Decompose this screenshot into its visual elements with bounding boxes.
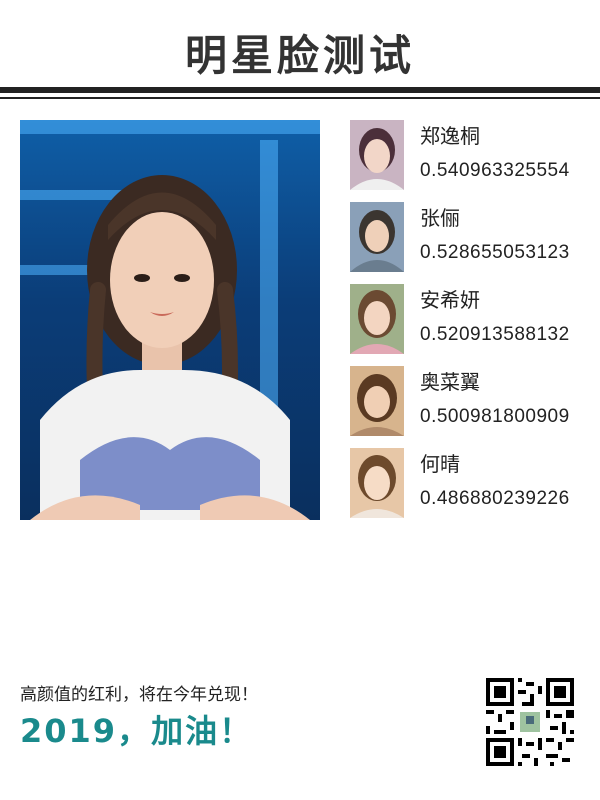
match-thumbnail	[350, 284, 404, 354]
match-name: 郑逸桐	[420, 124, 480, 148]
match-score: 0.500981800909	[420, 406, 570, 427]
match-item[interactable]: 奥菜翼 0.500981800909	[350, 366, 590, 438]
slogan-text: 高颜值的红利，将在今年兑现！	[20, 685, 258, 705]
header-divider-thin	[0, 97, 600, 99]
face-thumbnail-icon	[350, 448, 404, 518]
face-thumbnail-icon	[350, 284, 404, 354]
match-name: 张俪	[420, 206, 460, 230]
page-title: 明星脸测试	[184, 31, 415, 80]
match-item[interactable]: 安希妍 0.520913588132	[350, 284, 590, 356]
face-thumbnail-icon	[350, 366, 404, 436]
match-name: 安希妍	[420, 288, 480, 312]
face-thumbnail-icon	[350, 202, 404, 272]
match-score: 0.528655053123	[420, 242, 570, 263]
match-name: 何晴	[420, 452, 460, 476]
match-thumbnail	[350, 366, 404, 436]
main-photo	[20, 120, 320, 520]
match-thumbnail	[350, 448, 404, 518]
match-name: 奥菜翼	[420, 370, 480, 394]
match-score: 0.486880239226	[420, 488, 570, 509]
face-thumbnail-icon	[350, 120, 404, 190]
cheer-text: 2019，加油！	[20, 712, 254, 750]
qr-code-icon[interactable]	[486, 678, 574, 766]
match-score: 0.540963325554	[420, 160, 570, 181]
match-thumbnail	[350, 120, 404, 190]
match-score: 0.520913588132	[420, 324, 570, 345]
match-thumbnail	[350, 202, 404, 272]
match-item[interactable]: 郑逸桐 0.540963325554	[350, 120, 590, 192]
match-item[interactable]: 何晴 0.486880239226	[350, 448, 590, 520]
match-item[interactable]: 张俪 0.528655053123	[350, 202, 590, 274]
header-divider-thick	[0, 87, 600, 93]
portrait-photo-icon	[30, 175, 310, 520]
